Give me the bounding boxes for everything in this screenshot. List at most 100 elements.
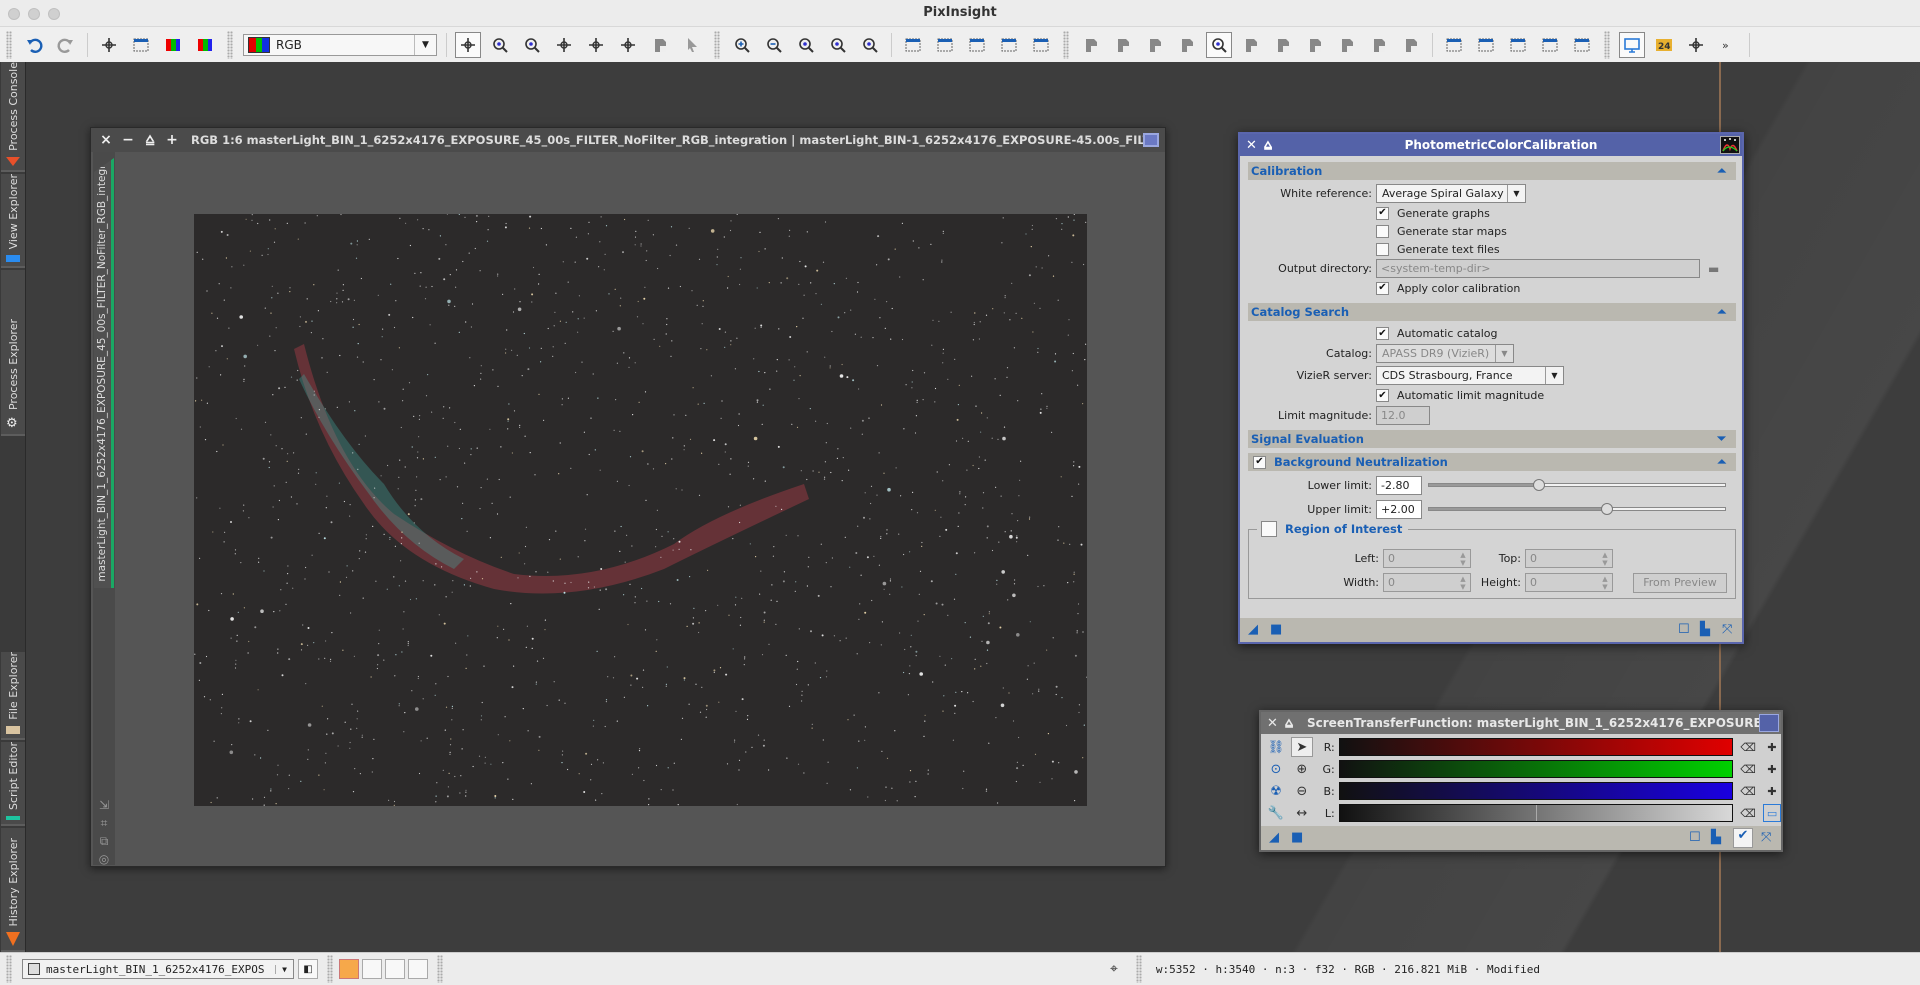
channel-stretch-bar[interactable]	[1338, 738, 1734, 756]
readout-button[interactable]	[96, 32, 122, 58]
channel-stretch-bar[interactable]	[1338, 782, 1734, 800]
preview-mode-button[interactable]	[647, 32, 673, 58]
vizier-server-select[interactable]: CDS Strasbourg, France ▼	[1376, 365, 1564, 385]
track-view-checkmark-icon[interactable]: ✔	[1733, 828, 1753, 848]
toolbar-grip[interactable]	[227, 30, 233, 59]
dock-tab-view-explorer[interactable]: View Explorer	[1, 174, 25, 268]
image-window-titlebar[interactable]: × − ⩠ + RGB 1:6 masterLight_BIN_1_6252x4…	[91, 128, 1165, 152]
preview-add-button[interactable]	[1174, 32, 1200, 58]
monitor-icon[interactable]: ▭	[1763, 804, 1781, 822]
new-instance-icon[interactable]: ▙	[1711, 831, 1725, 845]
spin-arrows-icon[interactable]: ▲ ▼	[1598, 551, 1612, 567]
channel-stretch-bar[interactable]	[1338, 804, 1734, 822]
preview-reset-button[interactable]	[1366, 32, 1392, 58]
edit-mode-button[interactable]	[615, 32, 641, 58]
preview-down-button[interactable]	[1238, 32, 1264, 58]
roi-left-input[interactable]: 0 ▲ ▼	[1383, 549, 1471, 568]
preview-up-button[interactable]	[1270, 32, 1296, 58]
combine-rgb-button[interactable]	[192, 32, 218, 58]
clone-preview-button[interactable]	[1142, 32, 1168, 58]
target-icon[interactable]: ◎	[96, 852, 112, 868]
slider-handle[interactable]	[1532, 479, 1545, 491]
clear-icon[interactable]: ⌫	[1739, 760, 1757, 778]
roi-checkbox[interactable]	[1261, 521, 1277, 537]
preview-delete-button[interactable]	[1398, 32, 1424, 58]
calibration-section-header[interactable]: Calibration ⏶	[1248, 162, 1736, 180]
dock-tab-process-explorer[interactable]: Process Explorer ⚙	[1, 270, 25, 436]
link-icon[interactable]: ⛓	[1265, 737, 1287, 757]
toolbar-grip[interactable]	[6, 955, 12, 983]
toolbar-grip[interactable]	[437, 955, 443, 983]
dock-tab-process-console[interactable]: Process Console	[1, 62, 25, 172]
toolbar-grip[interactable]	[714, 30, 720, 59]
toolbar-grip[interactable]	[327, 955, 333, 983]
roi-width-input[interactable]: 0 ▲ ▼	[1383, 573, 1471, 592]
collapse-icon[interactable]: ⏶	[1717, 305, 1726, 319]
window-fullscreen-button[interactable]	[1028, 32, 1054, 58]
catalog-search-section-header[interactable]: Catalog Search ⏶	[1248, 303, 1736, 321]
channel-stretch-bar[interactable]	[1338, 760, 1734, 778]
preview-zoom-button[interactable]	[1206, 31, 1232, 58]
zoom-1-1-button[interactable]	[793, 32, 819, 58]
reset-icon[interactable]: ⤧	[1722, 623, 1736, 637]
white-reference-select[interactable]: Average Spiral Galaxy ▼	[1376, 184, 1526, 203]
apply-global-icon[interactable]: ◢	[1248, 623, 1262, 637]
toolbar-grip[interactable]	[1063, 30, 1069, 59]
move-button[interactable]	[551, 32, 577, 58]
24bit-lut-button[interactable]: 24	[1651, 32, 1677, 58]
pcc-process-icon[interactable]	[1720, 136, 1740, 154]
upper-limit-slider[interactable]	[1428, 503, 1726, 515]
arrow-down-right-icon[interactable]: ⇲	[96, 798, 112, 814]
browse-documentation-icon[interactable]: ☐	[1689, 831, 1703, 845]
window-maximize-button[interactable]	[996, 32, 1022, 58]
generate-text-files-checkbox[interactable]	[1376, 242, 1389, 256]
lower-limit-slider[interactable]	[1428, 479, 1726, 491]
zoom-fit-button[interactable]	[487, 32, 513, 58]
clear-icon[interactable]: ⌫	[1739, 738, 1757, 756]
overflow-button[interactable]: »	[1715, 32, 1741, 58]
new-preview-button[interactable]	[1078, 32, 1104, 58]
pointer-button[interactable]	[679, 32, 705, 58]
crosshair-icon[interactable]: ✚	[1763, 760, 1781, 778]
expand-icon[interactable]: ⏷	[1717, 432, 1726, 446]
edit-preview-button[interactable]	[1110, 32, 1136, 58]
automatic-limit-magnitude-checkbox[interactable]	[1376, 389, 1389, 402]
zoom-fit-window-button[interactable]	[825, 32, 851, 58]
generate-star-maps-checkbox[interactable]	[1376, 224, 1389, 238]
midtone-marker[interactable]	[1535, 805, 1537, 821]
crosshair-icon[interactable]: ✚	[1763, 782, 1781, 800]
workspace-edit-button[interactable]	[1505, 32, 1531, 58]
workspace-check-button[interactable]	[1537, 32, 1563, 58]
zoom-window-button[interactable]	[48, 8, 60, 20]
background-neutralization-checkbox[interactable]	[1253, 455, 1266, 469]
pcc-titlebar[interactable]: ✕ ⩠ PhotometricColorCalibration	[1240, 134, 1742, 156]
zoom-1-1-icon[interactable]: ⊙	[1265, 759, 1287, 779]
zoom-out-icon[interactable]: ⊖	[1291, 781, 1313, 801]
catalog-select[interactable]: APASS DR9 (VizieR) ▼	[1376, 344, 1514, 363]
reset-icon[interactable]: ⤧	[1761, 831, 1775, 845]
spin-arrows-icon[interactable]: ▲ ▼	[1598, 575, 1612, 591]
signal-evaluation-section-header[interactable]: Signal Evaluation ⏷	[1248, 430, 1736, 448]
view-selector[interactable]: masterLight_BIN_1_6252x4176_EXPOS ▼	[22, 959, 294, 979]
upper-limit-input[interactable]: +2.00	[1376, 499, 1422, 519]
close-window-button[interactable]	[8, 8, 20, 20]
clear-icon[interactable]: ⌫	[1739, 782, 1757, 800]
view-identifier-tab[interactable]: masterLight_BIN_1_6252x4176_EXPOSURE_45_…	[94, 158, 114, 588]
return-button[interactable]	[1683, 32, 1709, 58]
toolbar-grip[interactable]	[1604, 30, 1610, 59]
stf-process-icon[interactable]	[1759, 714, 1779, 732]
show-window-button[interactable]	[1441, 32, 1467, 58]
workspace-4-button[interactable]	[408, 959, 428, 979]
apply-color-calibration-checkbox[interactable]	[1376, 281, 1389, 295]
windows-cascade-button[interactable]	[932, 32, 958, 58]
automatic-catalog-checkbox[interactable]	[1376, 327, 1389, 340]
preview-settings-button[interactable]	[1334, 32, 1360, 58]
zoom-all-button[interactable]	[857, 32, 883, 58]
image-shade-button[interactable]: ⩠	[141, 132, 159, 148]
pan-mode-button[interactable]	[455, 31, 481, 58]
collapse-icon[interactable]: ⏶	[1717, 164, 1726, 178]
toolbar-grip[interactable]	[1135, 955, 1142, 983]
limit-magnitude-input[interactable]: 12.0	[1376, 406, 1430, 425]
pcc-window[interactable]: ✕ ⩠ PhotometricColorCalibration Calibrat…	[1238, 132, 1744, 644]
channel-settings-icon[interactable]: ✚	[1763, 738, 1781, 756]
